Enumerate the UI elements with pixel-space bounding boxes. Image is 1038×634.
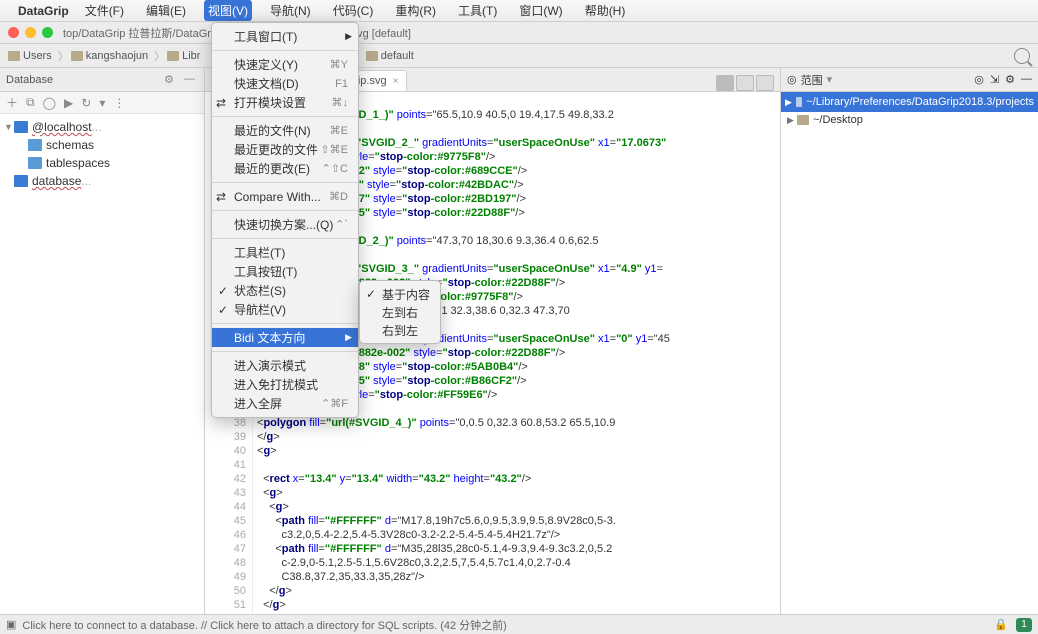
- filter-icon[interactable]: ▾: [99, 96, 105, 110]
- db-tree: ▼@localhost ...schemastablespacesdatabas…: [0, 114, 204, 194]
- menu-item[interactable]: 最近的文件(N)⌘E: [212, 121, 358, 140]
- menu-window[interactable]: 窗口(W): [515, 0, 566, 21]
- folder-icon: [797, 115, 809, 125]
- view-preview-icon[interactable]: [756, 75, 774, 91]
- run-icon[interactable]: ▶: [64, 96, 73, 110]
- panel-header: Database ⚙ —: [0, 68, 204, 92]
- folder-icon: [71, 51, 83, 61]
- menu-item[interactable]: 右到左: [360, 321, 440, 339]
- menu-item[interactable]: 进入全屏⌃⌘F: [212, 394, 358, 413]
- view-split-icon[interactable]: [736, 75, 754, 91]
- menu-refactor[interactable]: 重构(R): [391, 0, 440, 21]
- event-badge[interactable]: 1: [1016, 618, 1032, 632]
- menu-item[interactable]: 最近更改的文件⇧⌘E: [212, 140, 358, 159]
- crumb-item[interactable]: kangshaojun: [71, 50, 148, 62]
- breadcrumb: Users〉 kangshaojun〉 Libr p2018.3〉 projec…: [0, 44, 1038, 68]
- database-panel: Database ⚙ — ＋ ⧉ ◯ ▶ ↻ ▾ ⋮ ▼@localhost .…: [0, 68, 205, 614]
- folder-icon: [8, 51, 20, 61]
- menu-edit[interactable]: 编辑(E): [142, 0, 190, 21]
- panel-title: Database: [6, 74, 53, 86]
- view-list-icon[interactable]: [716, 75, 734, 91]
- close-icon[interactable]: ×: [393, 76, 399, 87]
- menu-view[interactable]: 视图(V): [204, 0, 252, 21]
- menu-item[interactable]: ✓状态栏(S): [212, 281, 358, 300]
- hide-icon[interactable]: —: [184, 73, 198, 87]
- status-text[interactable]: Click here to connect to a database. // …: [22, 617, 506, 633]
- lock-icon[interactable]: 🔒: [994, 618, 1008, 631]
- app-name[interactable]: DataGrip: [18, 4, 69, 18]
- window-titlebar: top/DataGrip 拉普拉斯/DataGrip.app/Contents/…: [0, 22, 1038, 44]
- panel-title: 范围: [801, 72, 823, 88]
- traffic-lights: [8, 27, 53, 38]
- menu-navigate[interactable]: 导航(N): [266, 0, 315, 21]
- menu-item[interactable]: 快速文档(D)F1: [212, 74, 358, 93]
- console-icon[interactable]: ▣: [6, 618, 16, 631]
- menu-item[interactable]: 进入免打扰模式: [212, 375, 358, 394]
- menu-item[interactable]: ⇄打开模块设置⌘↓: [212, 93, 358, 112]
- tree-node[interactable]: database ...: [0, 172, 204, 190]
- collapse-icon[interactable]: ⇲: [990, 73, 999, 86]
- menu-item[interactable]: ✓导航栏(V): [212, 300, 358, 319]
- target-icon[interactable]: ◎: [974, 73, 984, 86]
- scope-item[interactable]: ▶ ~/Desktop: [781, 112, 1038, 128]
- crumb-item[interactable]: default: [366, 50, 414, 62]
- scope-target-icon[interactable]: ◎: [787, 73, 797, 86]
- folder-icon: [796, 97, 802, 107]
- close-button[interactable]: [8, 27, 19, 38]
- menu-code[interactable]: 代码(C): [329, 0, 378, 21]
- more-icon[interactable]: ⋮: [113, 96, 125, 110]
- folder-icon: [366, 51, 378, 61]
- refresh-icon[interactable]: ↻: [81, 96, 91, 110]
- scope-path-row[interactable]: ▶ ~/Library/Preferences/DataGrip2018.3/p…: [781, 92, 1038, 112]
- bidi-submenu: ✓基于内容左到右右到左: [359, 280, 441, 344]
- menu-item[interactable]: ✓基于内容: [360, 285, 440, 303]
- menu-help[interactable]: 帮助(H): [581, 0, 630, 21]
- system-menubar: DataGrip 文件(F) 编辑(E) 视图(V) 导航(N) 代码(C) 重…: [0, 0, 1038, 22]
- menu-item[interactable]: 左到右: [360, 303, 440, 321]
- menu-item[interactable]: 快速切换方案...(Q)⌃`: [212, 215, 358, 234]
- menu-item[interactable]: ⇄Compare With...⌘D: [212, 187, 358, 206]
- menu-item[interactable]: 进入演示模式: [212, 356, 358, 375]
- hide-icon[interactable]: —: [1021, 73, 1032, 86]
- settings-icon[interactable]: ⚙: [164, 73, 178, 87]
- menu-item[interactable]: 工具按钮(T): [212, 262, 358, 281]
- view-menu-popup: 工具窗口(T)▶ 快速定义(Y)⌘Y快速文档(D)F1⇄打开模块设置⌘↓ 最近的文件…: [211, 22, 359, 418]
- scope-panel: ◎ 范围 ▾ ◎ ⇲ ⚙ — ▶ ~/Library/Preferences/D…: [780, 68, 1038, 614]
- scope-list: ▶ ~/Desktop: [781, 112, 1038, 128]
- menu-item[interactable]: 工具窗口(T)▶: [212, 27, 358, 46]
- panel-header: ◎ 范围 ▾ ◎ ⇲ ⚙ —: [781, 68, 1038, 92]
- stop-icon[interactable]: ◯: [43, 96, 56, 110]
- chevron-right-icon: ▶: [785, 97, 792, 108]
- add-icon[interactable]: ＋: [6, 94, 18, 111]
- chevron-down-icon[interactable]: ▾: [827, 73, 833, 86]
- window-title: top/DataGrip 拉普拉斯/DataGrip.app/Contents/…: [63, 25, 1030, 41]
- minimize-button[interactable]: [25, 27, 36, 38]
- menu-item[interactable]: Bidi 文本方向▶: [212, 328, 358, 347]
- tree-node[interactable]: schemas: [0, 136, 204, 154]
- folder-icon: [167, 51, 179, 61]
- tree-node[interactable]: tablespaces: [0, 154, 204, 172]
- menu-item[interactable]: 快速定义(Y)⌘Y: [212, 55, 358, 74]
- crumb-item[interactable]: Libr: [167, 50, 200, 62]
- menu-file[interactable]: 文件(F): [81, 0, 128, 21]
- maximize-button[interactable]: [42, 27, 53, 38]
- tree-node[interactable]: ▼@localhost ...: [0, 118, 204, 136]
- crumb-item[interactable]: Users: [8, 50, 52, 62]
- chevron-right-icon: ▶: [787, 115, 797, 126]
- search-icon[interactable]: [1014, 48, 1030, 64]
- status-bar: ▣ Click here to connect to a database. /…: [0, 614, 1038, 634]
- db-toolbar: ＋ ⧉ ◯ ▶ ↻ ▾ ⋮: [0, 92, 204, 114]
- menu-item[interactable]: 最近的更改(E)⌃⇧C: [212, 159, 358, 178]
- settings-icon[interactable]: ⚙: [1005, 73, 1015, 86]
- copy-icon[interactable]: ⧉: [26, 95, 35, 110]
- menu-tools[interactable]: 工具(T): [454, 0, 501, 21]
- menu-item[interactable]: 工具栏(T): [212, 243, 358, 262]
